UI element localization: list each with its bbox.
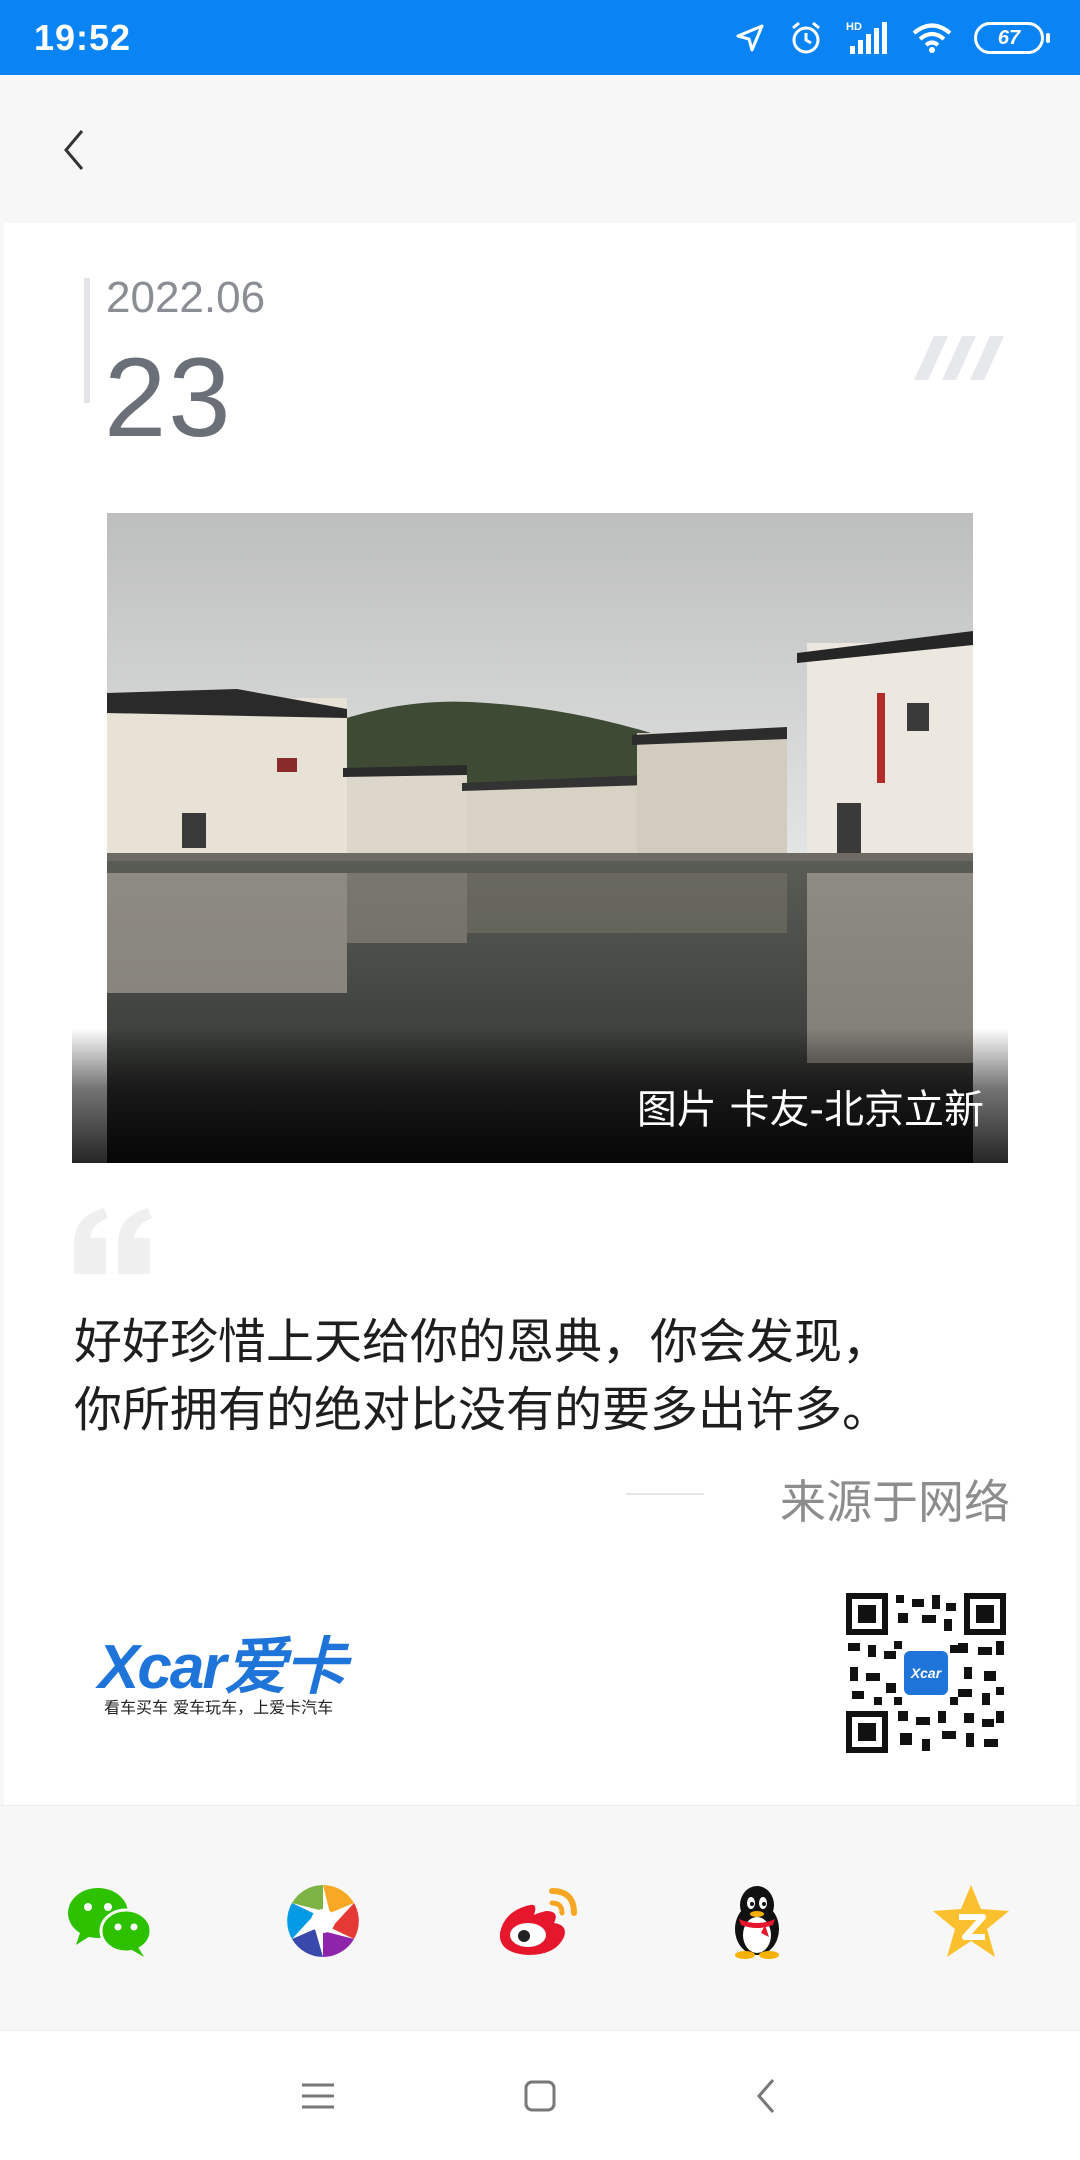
top-nav	[0, 75, 1080, 223]
status-bar: 19:52 HD 67	[0, 0, 1080, 75]
qr-code: Xcar	[846, 1593, 1006, 1753]
source-rule	[626, 1493, 704, 1495]
quote-line: 好好珍惜上天给你的恩典，你会发现，	[74, 1314, 891, 1370]
svg-text:HD: HD	[846, 21, 862, 33]
share-weibo-button[interactable]	[492, 1876, 582, 1966]
stripes-decoration-icon	[914, 336, 1004, 380]
system-nav-bar	[0, 2030, 1080, 2160]
back-triangle-icon	[757, 2079, 775, 2113]
menu-button[interactable]	[288, 2071, 348, 2121]
menu-icon	[302, 2083, 334, 2109]
qr-center-label: Xcar	[910, 1665, 943, 1681]
date-day: 23	[104, 335, 233, 460]
back-button[interactable]	[52, 115, 112, 185]
logo-slogan: 看车买车 爱车玩车，上爱卡汽车	[104, 1698, 334, 1717]
share-moments-button[interactable]	[278, 1876, 368, 1966]
qzone-icon	[933, 1885, 1009, 1957]
location-icon	[736, 24, 764, 52]
alarm-icon	[792, 21, 820, 54]
moments-icon	[287, 1885, 359, 1957]
wechat-icon	[68, 1888, 153, 1957]
qq-icon	[735, 1886, 779, 1959]
photo-caption: 图片 卡友-北京立新	[636, 1087, 984, 1133]
xcar-logo: Xcar爱卡 看车买车 爱车玩车，上爱卡汽车	[98, 1616, 358, 1726]
share-qq-button[interactable]	[712, 1876, 802, 1966]
quote-card: 2022.06 23 图片 卡友-北京立新 好好珍惜上天给你的恩典，你会发现， …	[4, 223, 1076, 1805]
status-icons: HD 67	[734, 14, 1050, 62]
logo-text: Xcar爱卡	[98, 1633, 346, 1702]
source-text: 来源于网络	[780, 1475, 1010, 1529]
share-bar	[0, 1805, 1080, 2030]
status-time: 19:52	[34, 17, 132, 58]
date-month: 2022.06	[106, 273, 266, 322]
system-back-button[interactable]	[736, 2071, 796, 2121]
share-wechat-button[interactable]	[64, 1876, 154, 1966]
share-qzone-button[interactable]	[926, 1876, 1016, 1966]
home-button[interactable]	[510, 2071, 570, 2121]
quote-mark-icon	[74, 1208, 152, 1274]
date-rule	[84, 278, 90, 403]
quote-text: 好好珍惜上天给你的恩典，你会发现， 你所拥有的绝对比没有的要多出许多。	[74, 1308, 1024, 1444]
quote-line: 你所拥有的绝对比没有的要多出许多。	[74, 1382, 891, 1438]
battery-indicator: 67	[974, 22, 1050, 54]
home-icon	[524, 2080, 556, 2112]
wifi-icon	[912, 23, 952, 53]
back-arrow-icon	[64, 130, 84, 170]
weibo-icon	[499, 1888, 577, 1955]
signal-icon: HD	[846, 21, 887, 54]
caption-overlay: 图片 卡友-北京立新	[72, 1028, 1008, 1163]
